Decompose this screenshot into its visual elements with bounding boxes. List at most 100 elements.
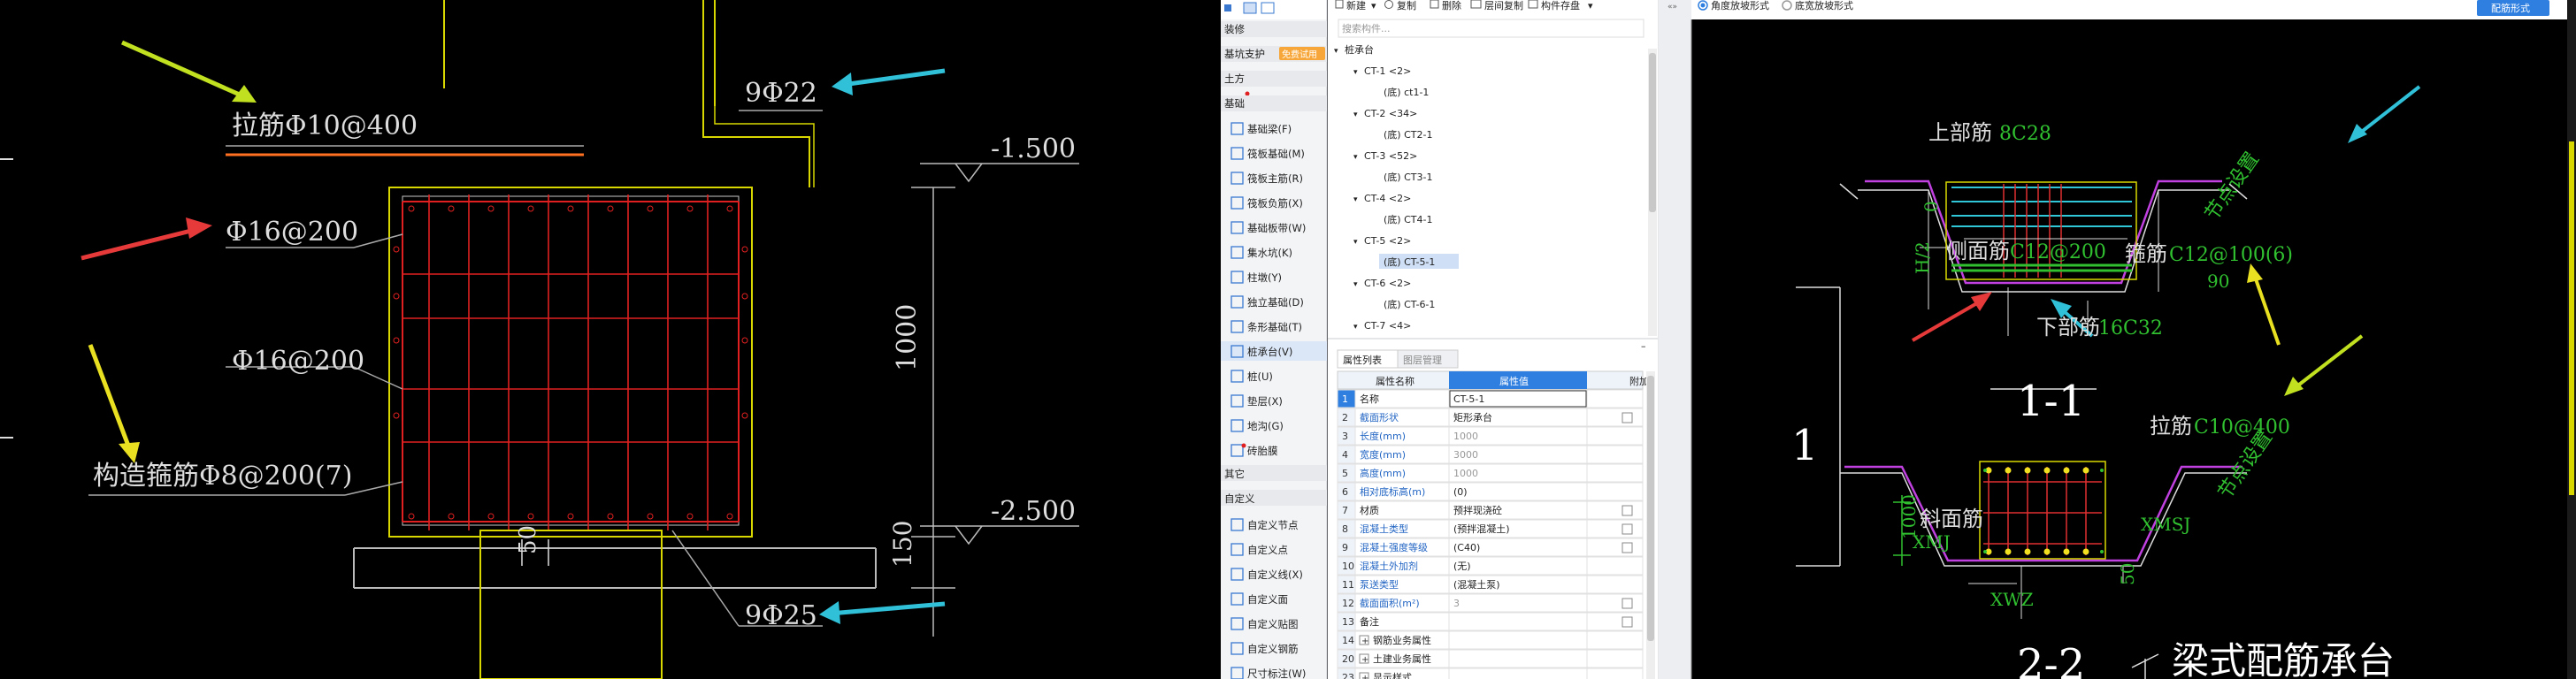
prop-name: 备注 — [1360, 615, 1379, 628]
dim-150-text: 150 — [888, 521, 917, 568]
sidebar-item-4[interactable]: 基础板带(W) — [1230, 221, 1306, 234]
rebar-dot — [741, 246, 748, 253]
splitter[interactable] — [1659, 0, 1691, 679]
wall-outline — [702, 106, 810, 187]
tree-node[interactable]: (底) CT3-1 — [1384, 171, 1432, 183]
splitter-arrows-icon[interactable]: «» — [1668, 3, 1677, 11]
svg-text:层间复制: 层间复制 — [1484, 0, 1523, 11]
prop-value[interactable]: (混凝土泵) — [1453, 578, 1500, 591]
prop-row[interactable]: 9 混凝土强度等级 (C40) — [1337, 538, 1644, 557]
expand-toggle-icon[interactable]: ▾ — [1334, 47, 1338, 56]
search-placeholder: 搜索构件... — [1342, 22, 1391, 34]
prop-name: 名称 — [1360, 393, 1379, 405]
tree-node[interactable]: (底) CT-5-1 — [1379, 254, 1459, 269]
prop-row[interactable]: 10 混凝土外加剂 (无) — [1337, 556, 1644, 576]
custom-item-label: 自定义钢筋 — [1247, 643, 1299, 655]
leader — [671, 530, 740, 627]
prop-row[interactable]: 23 + 显示样式 — [1337, 668, 1644, 679]
prop-value[interactable]: (预拌混凝土) — [1453, 523, 1510, 535]
prop-extra-checkbox[interactable] — [1622, 542, 1633, 553]
prop-value[interactable]: (C40) — [1453, 542, 1480, 553]
prop-row-number: 10 — [1342, 561, 1354, 572]
prop-row[interactable]: 3 长度(mm) 1000 — [1337, 426, 1644, 446]
software-ui: 新建 ▾ 复制 删除 层间复制 构件存盘 ▾ 搜索构件... 装修基坑支护 免费试… — [1221, 0, 2576, 679]
sidebar-item-label: 桩承台(V) — [1247, 346, 1292, 358]
prop-row[interactable]: 1 名称 CT-5-1 — [1337, 389, 1644, 408]
prop-value[interactable]: 1000 — [1453, 431, 1478, 442]
prop-value[interactable]: 3000 — [1453, 449, 1478, 461]
rebar-dot — [726, 205, 733, 212]
angle-90: 90 — [2207, 271, 2229, 292]
dim-0: 0 — [1920, 201, 1942, 212]
cad-drawing-canvas[interactable]: 50 拉筋Φ10@400 Φ16@200 Φ16@200 构造箍筋Φ8@200(… — [0, 0, 1221, 679]
prop-extra-checkbox[interactable] — [1622, 616, 1633, 628]
panel-icon[interactable] — [1261, 2, 1275, 14]
tree-node-label: 桩承台 — [1345, 43, 1374, 56]
rebar-dot — [393, 337, 400, 344]
sidebar-item-label: 地沟(G) — [1247, 420, 1284, 432]
prop-value[interactable]: CT-5-1 — [1453, 393, 1484, 405]
prop-row[interactable]: 20 + 土建业务属性 — [1337, 649, 1644, 668]
expand-toggle-icon[interactable]: ▾ — [1353, 195, 1358, 204]
prop-row[interactable]: 13 备注 — [1337, 612, 1644, 631]
svg-text:复制: 复制 — [1397, 0, 1416, 11]
prop-row[interactable]: 5 高度(mm) 1000 — [1337, 463, 1644, 483]
expand-toggle-icon[interactable]: ▾ — [1353, 238, 1358, 247]
prop-row[interactable]: 7 材质 预拌现浇砼 — [1337, 500, 1644, 520]
sidebar-item-1[interactable]: 筏板基础(M) — [1230, 147, 1305, 160]
prop-name: 钢筋业务属性 — [1373, 634, 1431, 646]
prop-row[interactable]: 8 混凝土类型 (预拌混凝土) — [1337, 519, 1644, 538]
prop-name: 长度(mm) — [1360, 430, 1406, 442]
prop-value[interactable]: 矩形承台 — [1453, 411, 1492, 423]
tree-scrollbar-thumb[interactable] — [1649, 53, 1656, 212]
top-bar-value: 8C28 — [1999, 123, 2051, 145]
grid-icon[interactable] — [1224, 4, 1231, 11]
prop-extra-checkbox[interactable] — [1622, 523, 1633, 535]
prop-row[interactable]: 14 + 钢筋业务属性 — [1337, 630, 1644, 650]
dropdown-caret-icon[interactable]: ▾ — [1588, 0, 1593, 11]
header-name: 属性名称 — [1376, 375, 1414, 387]
custom-item-6[interactable]: 尺寸标注(W) — [1230, 667, 1306, 679]
prop-name: 截面面积(m²) — [1360, 597, 1420, 609]
list-icon[interactable] — [1243, 2, 1257, 14]
tree-node[interactable]: (底) ct1-1 — [1384, 86, 1429, 98]
svg-text:新建: 新建 — [1346, 0, 1366, 11]
tree-node[interactable]: (底) CT4-1 — [1384, 213, 1432, 225]
prop-extra-checkbox[interactable] — [1622, 412, 1633, 423]
prop-row[interactable]: 2 截面形状 矩形承台 — [1337, 408, 1644, 427]
prop-value[interactable]: (0) — [1453, 486, 1468, 498]
prop-value[interactable]: 1000 — [1453, 468, 1478, 479]
prop-row[interactable]: 4 宽度(mm) 3000 — [1337, 445, 1644, 464]
prop-value[interactable]: (无) — [1453, 561, 1471, 572]
sidebar-item-label: 筏板负筋(X) — [1247, 197, 1303, 210]
elev-bottom-label: -2.500 — [991, 496, 1076, 527]
prop-row[interactable]: 6 相对底标高(m) (0) — [1337, 482, 1644, 501]
prop-extra-checkbox[interactable] — [1622, 598, 1633, 609]
expand-toggle-icon[interactable]: ▾ — [1353, 280, 1358, 289]
expand-toggle-icon[interactable]: ▾ — [1353, 68, 1358, 77]
stirrup-label: 箍筋 — [2125, 241, 2167, 266]
dropdown-caret-icon[interactable]: ▾ — [1371, 0, 1376, 11]
expand-toggle-icon[interactable]: ▾ — [1353, 323, 1358, 332]
prop-value[interactable]: 3 — [1453, 598, 1460, 609]
expand-toggle-icon[interactable]: ▾ — [1353, 153, 1358, 162]
prop-scrollbar-thumb[interactable] — [1647, 376, 1654, 641]
pile-cap-outline — [388, 187, 753, 538]
prop-value[interactable]: 预拌现浇砼 — [1453, 504, 1502, 516]
prop-row[interactable]: 12 截面面积(m²) 3 — [1337, 593, 1644, 613]
prop-row[interactable]: 11 泵送类型 (混凝土泵) — [1337, 575, 1644, 594]
prop-extra-checkbox[interactable] — [1622, 505, 1633, 516]
expand-toggle-icon[interactable]: ▾ — [1353, 111, 1358, 119]
prop-row-number: 11 — [1342, 579, 1354, 591]
tree-node-label: CT-3 <52> — [1364, 150, 1417, 162]
panel-minimize-icon[interactable]: – — [1641, 340, 1646, 352]
prop-row-number: 14 — [1342, 635, 1354, 646]
sidebar-item-label: 筏板主筋(R) — [1247, 172, 1303, 185]
radio-dot-icon — [1700, 3, 1706, 8]
tree-node[interactable]: (底) CT-6-1 — [1384, 298, 1435, 310]
sidebar-item-label: 柱墩(Y) — [1247, 271, 1282, 284]
xmj-label: XMJ — [1913, 531, 1951, 553]
prop-name: 显示样式 — [1373, 671, 1412, 679]
prop-name: 泵送类型 — [1360, 578, 1399, 591]
tree-node[interactable]: (底) CT2-1 — [1384, 128, 1432, 141]
